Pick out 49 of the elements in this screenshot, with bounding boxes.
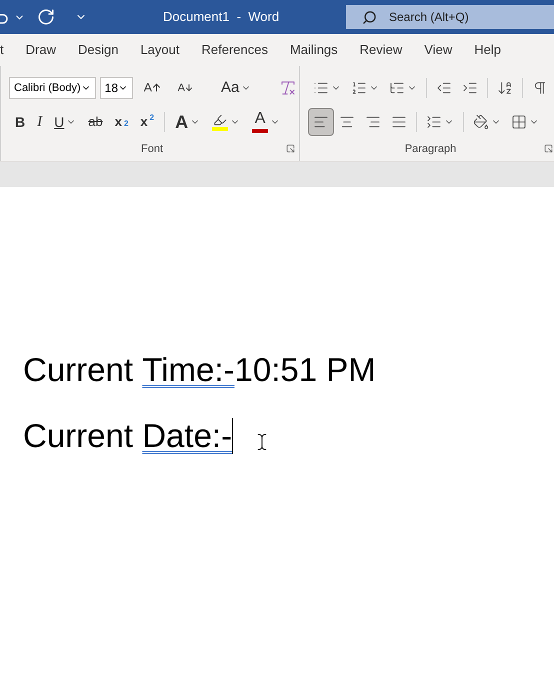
strikethrough-button[interactable]: ab [82, 108, 109, 136]
highlighter-icon [213, 113, 228, 127]
ribbon-tab[interactable]: View [413, 34, 464, 66]
ribbon-tab[interactable]: Mailings [278, 34, 349, 66]
increase-indent-icon [462, 80, 478, 96]
document-text: Current [23, 416, 134, 456]
superscript-button[interactable]: x$^{2}$ [134, 108, 160, 136]
align-center-icon [339, 114, 355, 130]
underline-button[interactable]: U [48, 108, 82, 136]
align-left-button[interactable] [308, 108, 334, 136]
bold-button[interactable]: B [9, 108, 32, 136]
group-label: Paragraph [404, 142, 456, 156]
change-case-button[interactable]: Aa [215, 74, 258, 102]
line-spacing-icon [426, 114, 442, 130]
document-text: Current [23, 350, 134, 390]
dialog-launcher-icon[interactable] [544, 144, 553, 154]
dialog-launcher-icon[interactable] [286, 144, 295, 154]
window-title: Document1 - Word [163, 8, 280, 26]
group-label: Font [140, 142, 163, 156]
search-field[interactable]: Search (Alt+Q) [346, 5, 554, 29]
ribbon-tab[interactable]: t [0, 34, 15, 66]
decrease-indent-icon [436, 80, 452, 96]
align-right-icon [365, 114, 381, 130]
sort-icon [497, 80, 513, 96]
ribbon-tab[interactable]: Layout [129, 34, 190, 66]
italic-button[interactable]: I [31, 108, 48, 136]
redo-icon[interactable] [37, 8, 55, 26]
justify-icon [391, 114, 407, 130]
font-color-button[interactable]: A [246, 108, 286, 136]
borders-icon [511, 114, 527, 130]
shading-icon [473, 114, 489, 130]
clear-formatting-icon [279, 79, 298, 97]
font-size-field[interactable]: 18 [100, 77, 133, 99]
flagged-text: Time:- [142, 350, 234, 390]
ribbon-tab[interactable]: References [190, 34, 279, 66]
font-name-field[interactable]: Calibri (Body) [9, 77, 96, 99]
multilevel-list-icon [389, 80, 405, 96]
search-placeholder: Search (Alt+Q) [389, 9, 469, 26]
ribbon-tab[interactable]: Draw [14, 34, 67, 66]
text-effects-button[interactable]: A [169, 108, 206, 136]
document-text: 10:51 PM [234, 350, 376, 390]
search-icon [362, 10, 377, 24]
align-left-icon [313, 114, 329, 130]
ribbon-tab[interactable]: Design [66, 34, 130, 66]
ribbon-tab[interactable]: Help [463, 34, 512, 66]
numbering-icon [351, 80, 367, 96]
ribbon-tab[interactable]: Review [348, 34, 414, 66]
flagged-text: Date:- [142, 416, 232, 456]
show-formatting-icon [532, 80, 548, 96]
